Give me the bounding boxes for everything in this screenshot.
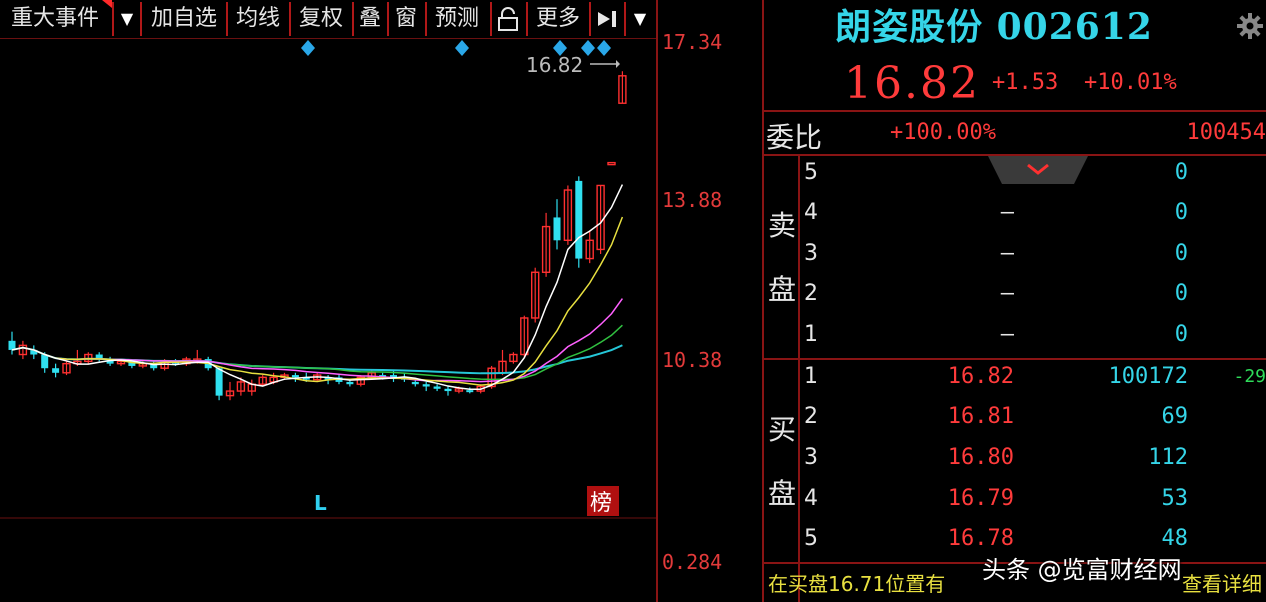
event-marker-icon (455, 40, 469, 56)
candle-body (607, 161, 616, 166)
arrow-head-icon (616, 60, 620, 68)
buy-row-4: 4 16.79 53 (800, 482, 1266, 522)
buy-price: 16.79 (947, 486, 1014, 511)
price-axis-label-top: 17.34 (662, 30, 723, 54)
more-dropdown-icon[interactable]: ▼ (627, 0, 653, 38)
stock-name-code: 朗姿股份 002612 (835, 6, 1153, 48)
toolbar-add-watchlist-button[interactable]: 加自选 (143, 0, 225, 38)
candlestick-chart[interactable]: 16.82 L 榜 (0, 38, 656, 602)
sell-row-4: 4 — 0 (800, 196, 1266, 236)
last-price: 16.82 (844, 58, 980, 109)
buy-level: 2 (804, 404, 818, 429)
candle-body (575, 180, 583, 259)
buy-row-1: 1 16.82 100172 -29 (800, 360, 1266, 400)
sell-price: — (1000, 322, 1014, 347)
buy-price: 16.82 (947, 364, 1014, 389)
sell-level: 5 (804, 160, 818, 185)
sell-volume: 0 (1174, 281, 1188, 306)
sell-volume: 0 (1174, 241, 1188, 266)
buy-volume-change: -29 (1233, 366, 1266, 387)
flag-corner-icon (102, 0, 112, 8)
weibi-percent: +100.00% (890, 120, 996, 145)
sell-side-label: 卖盘 (767, 209, 796, 306)
buy-level: 4 (804, 486, 818, 511)
buy-price: 16.78 (947, 526, 1014, 551)
candle-body (444, 388, 452, 392)
candle-body (52, 368, 60, 373)
price-change-percent: +10.01% (1084, 70, 1177, 95)
sell-row-5: 5 0 (800, 156, 1266, 196)
toolbar-moving-average-button[interactable]: 均线 (229, 0, 287, 38)
toolbar-overlay-button[interactable]: 叠 (355, 0, 385, 38)
buy-row-2: 2 16.81 69 (800, 400, 1266, 440)
sell-row-3: 3 — 0 (800, 237, 1266, 277)
buy-side-label: 买盘 (767, 413, 796, 510)
low-marker: L (314, 491, 327, 515)
toolbar-window-button[interactable]: 窗 (390, 0, 422, 38)
volume-axis-label: 0.284 (662, 550, 723, 574)
price-change: +1.53 (992, 70, 1059, 95)
sell-row-1: 1 — 0 (800, 318, 1266, 358)
buy-volume: 100172 (1108, 364, 1188, 389)
gear-icon[interactable] (1236, 12, 1264, 40)
toolbar-more-button[interactable]: 更多 (529, 0, 587, 38)
buy-level: 5 (804, 526, 818, 551)
candle-body (215, 368, 223, 396)
candle-body (433, 386, 441, 389)
sell-volume: 0 (1174, 160, 1188, 185)
sell-price: — (1000, 200, 1014, 225)
weibi-difference: 100454 (1186, 120, 1266, 145)
sell-level: 3 (804, 241, 818, 266)
toolbar-adjust-button[interactable]: 复权 (292, 0, 350, 38)
candle-body (41, 354, 49, 369)
ma30-line (11, 324, 623, 381)
sell-price: — (1000, 241, 1014, 266)
candle-body (346, 381, 354, 385)
buy-price: 16.81 (947, 404, 1014, 429)
price-axis-label-mid-high: 13.88 (662, 188, 723, 212)
last-price-marker: 16.82 (526, 53, 583, 77)
status-message: 在买盘16.71位置有 (768, 572, 946, 596)
buy-level: 1 (804, 364, 818, 389)
weibi-label: 委比 (766, 121, 823, 154)
sell-level: 4 (804, 200, 818, 225)
sell-volume: 0 (1174, 322, 1188, 347)
sell-volume: 0 (1174, 200, 1188, 225)
chart-toolbar: 重大事件 ▼ 加自选 均线 复权 叠 窗 预测 更多 ▼ (0, 0, 658, 38)
toolbar-forecast-button[interactable]: 预测 (428, 0, 486, 38)
event-marker-icon (301, 40, 315, 56)
buy-volume: 53 (1161, 486, 1189, 511)
toolbar-major-events-button[interactable]: 重大事件 (0, 0, 110, 38)
buy-row-3: 3 16.80 112 (800, 441, 1266, 481)
major-events-dropdown-icon[interactable]: ▼ (114, 0, 140, 38)
buy-volume: 112 (1148, 445, 1188, 470)
sell-row-2: 2 — 0 (800, 277, 1266, 317)
candle-body (422, 384, 430, 387)
sell-price: — (1000, 281, 1014, 306)
candle-body (466, 390, 474, 393)
price-row: 16.82 +1.53 +10.01% (764, 58, 1266, 110)
price-axis-label-mid-low: 10.38 (662, 348, 723, 372)
buy-volume: 69 (1161, 404, 1189, 429)
watermark: 头条 @览富财经网 (982, 556, 1182, 584)
buy-volume: 48 (1161, 526, 1189, 551)
buy-price: 16.80 (947, 445, 1014, 470)
candle-body (411, 381, 419, 385)
weibi-row: 委比 +100.00% 100454 (764, 112, 1266, 154)
buy-level: 3 (804, 445, 818, 470)
view-details-link[interactable]: 查看详细 (1182, 568, 1262, 597)
candle-body (291, 375, 299, 378)
event-marker-icon (597, 40, 611, 56)
lock-icon[interactable] (497, 6, 519, 32)
step-forward-icon[interactable] (596, 8, 620, 30)
sell-level: 2 (804, 281, 818, 306)
rank-badge: 榜 (590, 491, 612, 516)
sell-level: 1 (804, 322, 818, 347)
candle-body (553, 217, 561, 241)
